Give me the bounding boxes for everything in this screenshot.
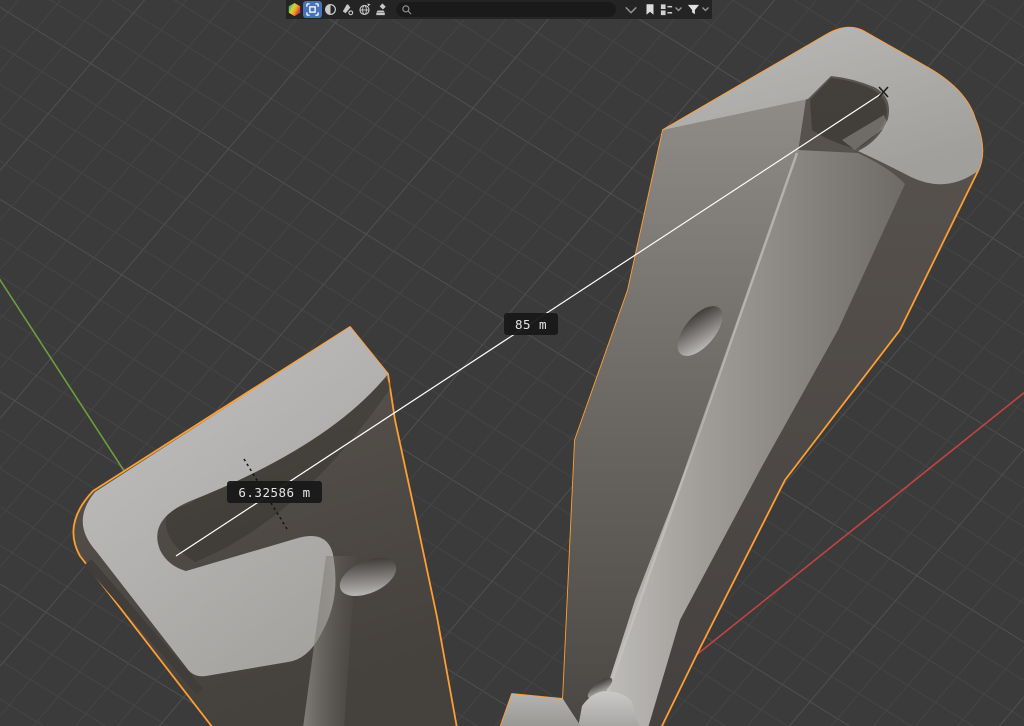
editor-type-button[interactable]: [286, 1, 303, 18]
brush-button[interactable]: [373, 1, 390, 18]
display-mode-icon: [659, 2, 674, 17]
world-globe-icon: [357, 2, 372, 17]
search-input[interactable]: [416, 3, 611, 16]
search-field[interactable]: [396, 2, 616, 17]
chevron-down-icon: [622, 3, 640, 17]
bookmark-icon: [643, 2, 657, 17]
brush-icon: [374, 2, 389, 17]
measure-label-segment: 6.32586 m: [227, 481, 322, 503]
annotate-ink-button[interactable]: [339, 1, 356, 18]
contrast-sphere-button[interactable]: [322, 1, 339, 18]
blender-window: 85 m 6.32586 m: [0, 0, 1024, 726]
select-box-icon: [305, 2, 320, 17]
filter-funnel-icon: [686, 2, 701, 17]
chevron-down-icon: [702, 7, 709, 12]
bookmark-button[interactable]: [641, 1, 658, 18]
chevron-down-icon: [675, 7, 682, 12]
hook-bracket-left[interactable]: [73, 327, 457, 726]
world-globe-button[interactable]: [356, 1, 373, 18]
select-box-tool-button[interactable]: [303, 1, 322, 18]
editor-type-hexagon-icon: [287, 2, 302, 17]
viewport-3d[interactable]: [0, 0, 1024, 726]
contrast-sphere-icon: [323, 2, 338, 17]
search-icon: [401, 4, 413, 16]
filter-button[interactable]: [685, 1, 712, 18]
measure-label-total: 85 m: [504, 313, 558, 335]
hook-bracket-right[interactable]: [500, 28, 982, 726]
annotate-ink-icon: [340, 2, 355, 17]
display-mode-button[interactable]: [658, 1, 685, 18]
editor-header: [286, 0, 712, 19]
collapse-chevron-button[interactable]: [621, 1, 641, 18]
